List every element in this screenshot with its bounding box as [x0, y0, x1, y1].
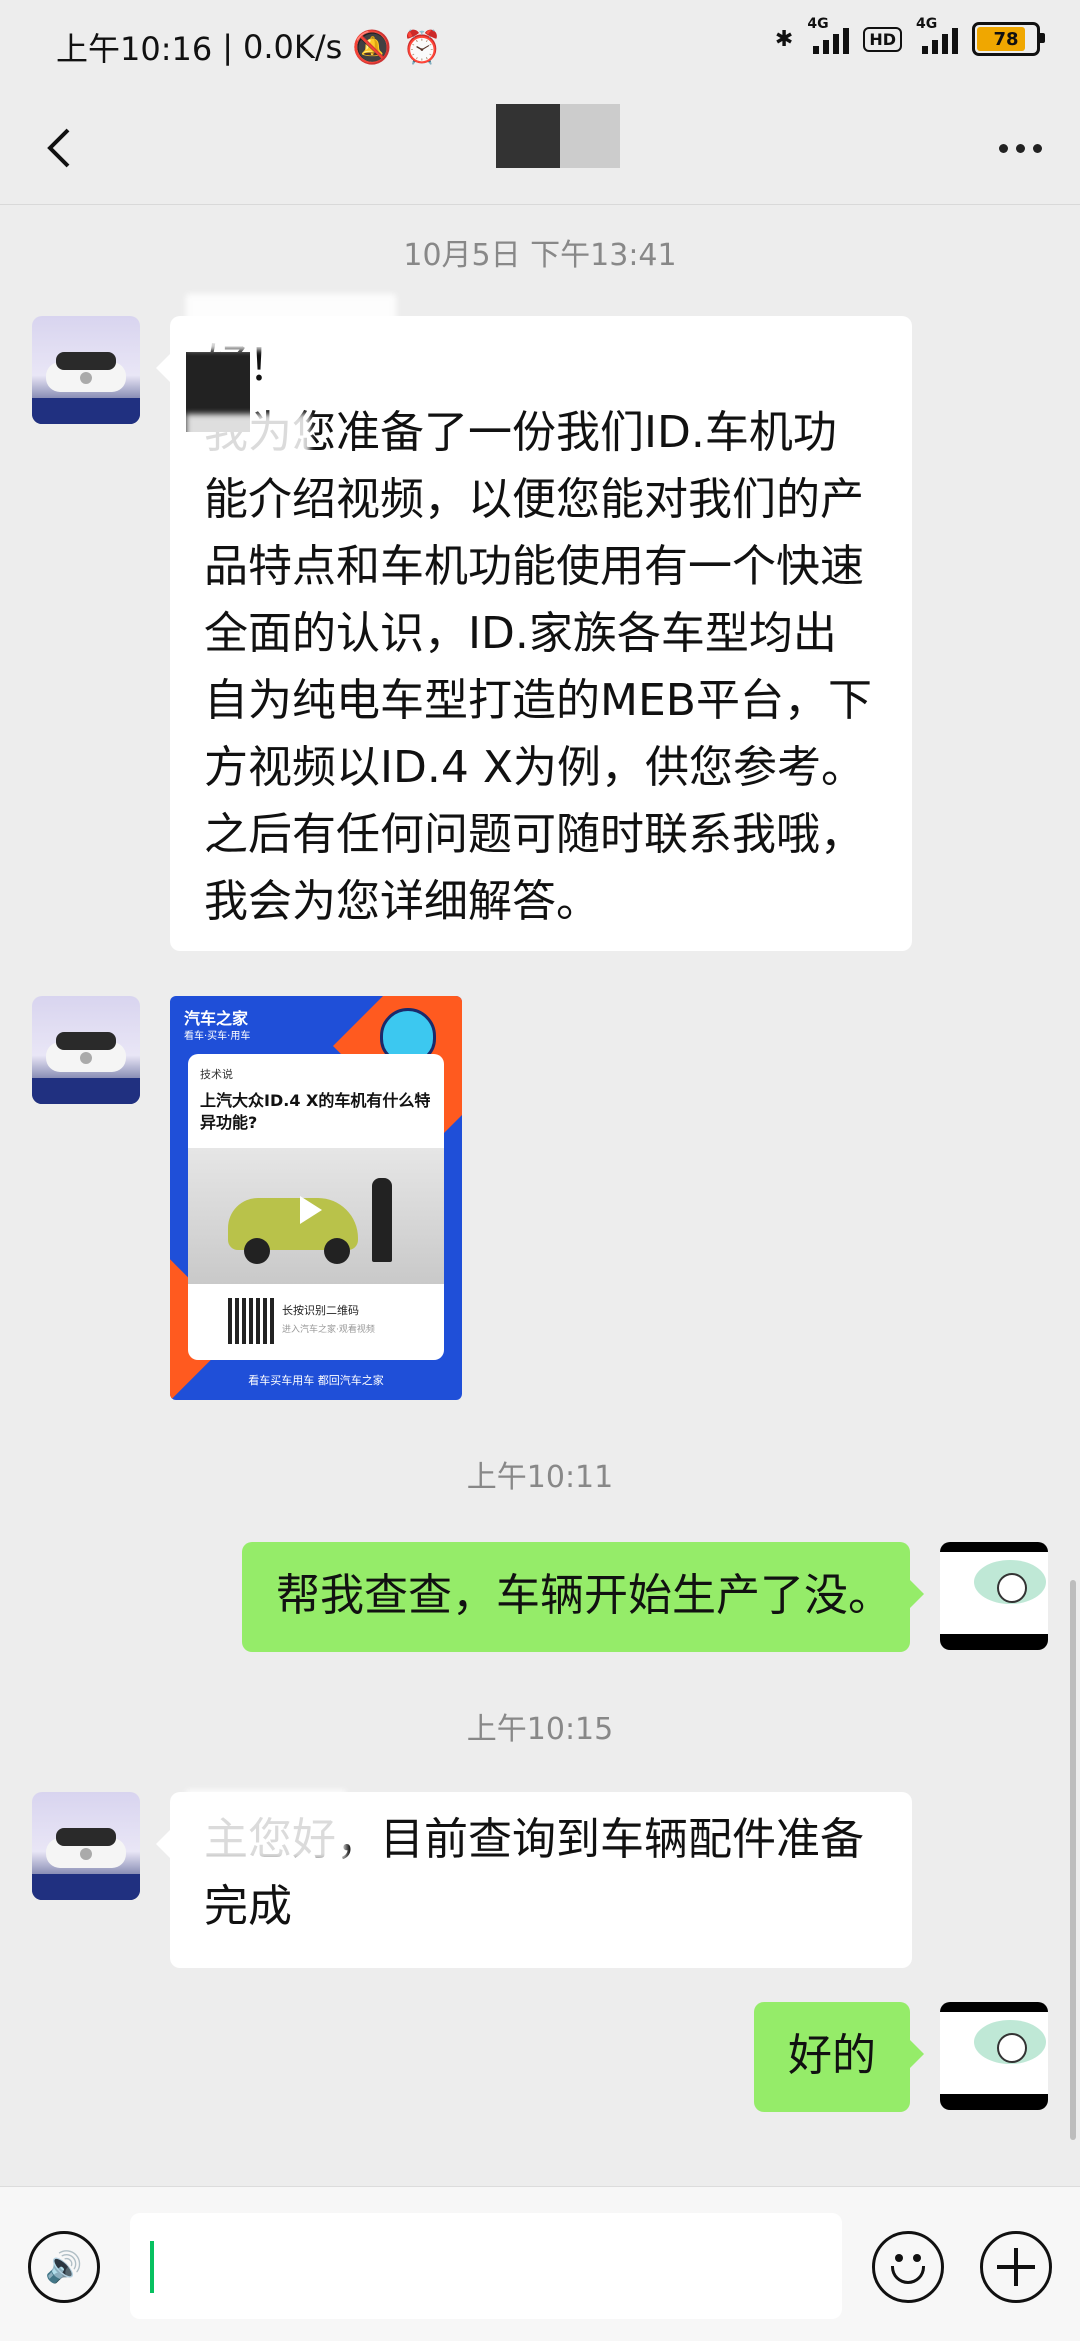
- card-brand: 汽车之家 看车·买车·用车: [184, 1009, 251, 1043]
- more-dots-icon: [998, 143, 1008, 153]
- card-title: 上汽大众ID.4 X的车机有什么特异功能?: [200, 1091, 431, 1132]
- qr-text: 长按识别二维码: [282, 1304, 359, 1317]
- network-speed: 0.0K/s: [243, 28, 343, 66]
- card-content: 技术说 上汽大众ID.4 X的车机有什么特异功能? 长按识别二维码 进入汽车之家…: [188, 1054, 444, 1360]
- status-time: 上午10:16: [56, 30, 213, 68]
- bluetooth-icon: ✱: [774, 26, 794, 52]
- card-footer: 看车买车用车 都回汽车之家: [248, 1374, 384, 1387]
- timestamp: 上午10:15: [466, 1712, 614, 1747]
- message-input[interactable]: [130, 2213, 842, 2319]
- hd-badge: HD: [863, 26, 902, 52]
- signal-icon-2: 4G: [916, 16, 958, 54]
- car-icon: [32, 352, 140, 424]
- chat-header: [0, 92, 1080, 205]
- voice-icon: 🔊: [45, 2249, 83, 2285]
- qr-subtext: 进入汽车之家·观看视频: [282, 1325, 375, 1335]
- battery-icon: 78: [972, 22, 1045, 56]
- redaction-blur: [186, 414, 310, 470]
- timestamp: 上午10:11: [466, 1460, 614, 1495]
- qr-code-icon: [228, 1298, 274, 1344]
- message-bubble-incoming[interactable]: 好！ 我为您准备了一份我们ID.车机功能介绍视频，以便您能对我们的产品特点和车机…: [156, 316, 912, 951]
- contact-avatar[interactable]: [32, 996, 140, 1104]
- avatar-image-icon: [940, 2002, 1048, 2110]
- scrollbar[interactable]: [1070, 1580, 1076, 2140]
- play-icon: [300, 1196, 322, 1224]
- mute-icon: 🔕: [352, 28, 393, 66]
- my-avatar[interactable]: [940, 1542, 1048, 1650]
- more-actions-button[interactable]: [980, 2231, 1052, 2303]
- input-bar: 🔊: [0, 2186, 1080, 2341]
- car-icon: [32, 1828, 140, 1900]
- avatar-image-icon: [940, 1542, 1048, 1650]
- redaction-blur: [186, 1790, 346, 1860]
- redaction-blur-top: [186, 294, 396, 350]
- voice-button[interactable]: 🔊: [28, 2231, 100, 2303]
- back-button[interactable]: [32, 118, 92, 178]
- status-right: ✱ 4G HD 4G 78: [774, 16, 1045, 56]
- card-video-thumbnail[interactable]: [188, 1148, 444, 1284]
- text-caret: [150, 2241, 154, 2293]
- more-button[interactable]: [990, 118, 1050, 178]
- my-avatar[interactable]: [940, 2002, 1048, 2110]
- status-left: 上午10:16 | 0.0K/s 🔕 ⏰: [56, 24, 442, 70]
- timestamp: 10月5日 下午13:41: [403, 238, 677, 273]
- emoji-button[interactable]: [872, 2231, 944, 2303]
- car-icon: [32, 1032, 140, 1104]
- chat-title-redacted: [496, 104, 620, 168]
- message-bubble-outgoing[interactable]: 好的: [754, 2002, 924, 2112]
- contact-avatar[interactable]: [32, 316, 140, 424]
- contact-avatar[interactable]: [32, 1792, 140, 1900]
- alarm-icon: ⏰: [402, 28, 443, 66]
- signal-icon: 4G: [807, 16, 850, 54]
- chevron-left-icon: [47, 128, 70, 168]
- card-tag: 技术说: [200, 1068, 233, 1081]
- emoji-icon: [891, 2266, 925, 2284]
- shared-video-card[interactable]: 汽车之家 看车·买车·用车 技术说 上汽大众ID.4 X的车机有什么特异功能? 长…: [170, 996, 462, 1400]
- status-bar: 上午10:16 | 0.0K/s 🔕 ⏰ ✱ 4G HD 4G 78: [0, 0, 1080, 92]
- message-bubble-outgoing[interactable]: 帮我查查，车辆开始生产了没。: [242, 1542, 924, 1652]
